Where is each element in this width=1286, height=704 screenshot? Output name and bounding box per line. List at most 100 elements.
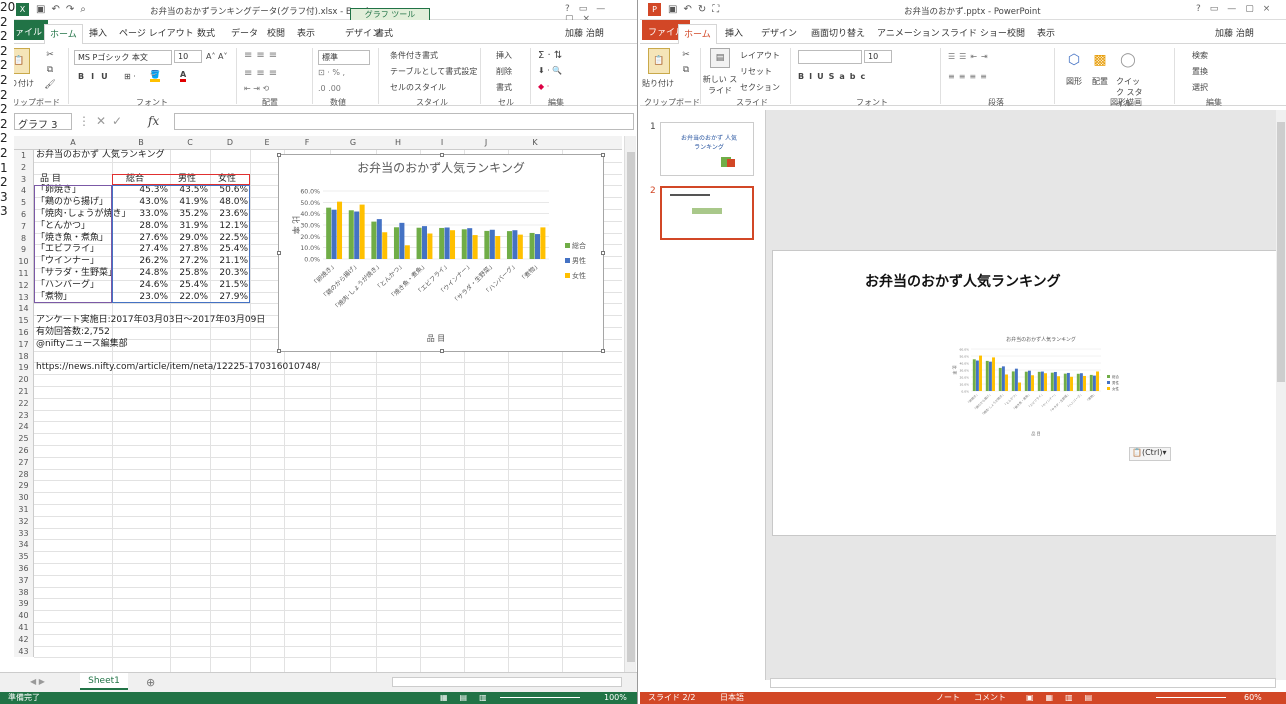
- sheet-nav-icon[interactable]: ◀ ▶: [30, 677, 45, 686]
- row-header[interactable]: 30: [14, 492, 34, 504]
- bar-総合-3[interactable]: [393, 226, 399, 259]
- row-header[interactable]: 11: [14, 268, 34, 280]
- formula-input[interactable]: [174, 113, 634, 130]
- chart-resize-handle[interactable]: [277, 348, 281, 353]
- decimal-icons[interactable]: .0 .00: [318, 84, 341, 93]
- bar-男性-1[interactable]: [354, 211, 360, 259]
- bar-総合-8[interactable]: [506, 230, 512, 259]
- row-header[interactable]: 21: [14, 386, 34, 398]
- row-header[interactable]: 26: [14, 445, 34, 457]
- row-header[interactable]: 2: [14, 161, 34, 174]
- bar-女性-2[interactable]: [382, 231, 388, 259]
- worksheet-grid[interactable]: A B C D E F G H I J K 1 2 3 4 5 6 7 8 9 10 11 12 13 14 15 16 17 18 19…: [14, 136, 622, 672]
- ribbon-tab[interactable]: デザイン: [756, 24, 802, 41]
- row-header[interactable]: 35: [14, 551, 34, 563]
- paste-icon[interactable]: 📋: [648, 48, 670, 74]
- row-header[interactable]: 13: [14, 291, 34, 304]
- view-buttons[interactable]: ▣▦▥▤: [1026, 692, 1104, 704]
- ribbon-tab[interactable]: 表示: [292, 24, 320, 41]
- chart-resize-handle[interactable]: [440, 152, 444, 157]
- row-header[interactable]: 8: [14, 232, 34, 245]
- row-header[interactable]: 25: [14, 433, 34, 445]
- row-header[interactable]: 27: [14, 456, 34, 469]
- border-icon[interactable]: ⊞ ·: [124, 72, 136, 81]
- column-header[interactable]: I: [420, 138, 464, 147]
- column-header[interactable]: J: [464, 138, 508, 147]
- bar-女性-7[interactable]: [495, 235, 501, 259]
- conditional-formatting-button[interactable]: 条件付き書式: [390, 50, 438, 61]
- font-color-icon[interactable]: A: [180, 70, 187, 82]
- arrange-button[interactable]: 配置: [1092, 76, 1108, 87]
- ribbon-tab[interactable]: 挿入: [720, 24, 748, 41]
- row-header[interactable]: 14: [14, 303, 34, 316]
- chart-resize-handle[interactable]: [601, 348, 605, 353]
- paste-button[interactable]: 貼り付け: [642, 78, 674, 89]
- row-header[interactable]: 34: [14, 539, 34, 552]
- bar-女性-0[interactable]: [337, 201, 343, 259]
- font-name-select[interactable]: MS Pゴシック 本文: [74, 50, 172, 65]
- format-cells-button[interactable]: 書式: [496, 82, 512, 93]
- bar-男性-0[interactable]: [331, 209, 337, 259]
- row-header[interactable]: 9: [14, 244, 34, 257]
- row-header[interactable]: 36: [14, 563, 34, 575]
- chart-resize-handle[interactable]: [440, 348, 444, 353]
- shapes-button[interactable]: 図形: [1066, 76, 1082, 87]
- bar-男性-6[interactable]: [467, 227, 473, 259]
- paragraph-icons[interactable]: ☰☰⇤⇥: [948, 52, 992, 61]
- account-user[interactable]: 加藤 治朗: [560, 24, 609, 41]
- bar-女性-6[interactable]: [472, 234, 478, 259]
- redo-icon[interactable]: ↷: [66, 4, 80, 15]
- format-as-table-button[interactable]: テーブルとして書式設定: [390, 66, 477, 77]
- window-controls[interactable]: ?▭—▢×: [1196, 4, 1279, 14]
- column-header[interactable]: D: [210, 138, 250, 147]
- print-preview-icon[interactable]: ⌕: [80, 4, 92, 15]
- undo-icon[interactable]: ↶: [683, 4, 697, 15]
- slideshow-start-icon[interactable]: ⛶: [712, 4, 725, 15]
- sheet-tab-sheet1[interactable]: Sheet1: [80, 673, 128, 690]
- font-size-select[interactable]: 10: [864, 50, 892, 63]
- delete-cells-button[interactable]: 削除: [496, 66, 512, 77]
- reset-button[interactable]: リセット: [740, 66, 772, 77]
- bar-総合-7[interactable]: [484, 230, 490, 259]
- number-format-select[interactable]: 標準: [318, 50, 370, 65]
- insert-function-icon[interactable]: fx: [148, 114, 159, 128]
- bar-男性-4[interactable]: [421, 225, 428, 259]
- ribbon-tab[interactable]: ページ レイアウト: [114, 24, 199, 41]
- slide-thumbnail-pane[interactable]: 1 お弁当のおかず 人気ランキング 2: [640, 110, 766, 680]
- embedded-chart[interactable]: お弁当のおかず人気ランキング 0.0% 10.0% 20.0% 30.0% 40.0% 50…: [277, 152, 605, 353]
- shapes-icon[interactable]: ⬡: [1064, 50, 1084, 70]
- ribbon-tab[interactable]: データ: [226, 24, 263, 41]
- row-header[interactable]: 1: [14, 150, 34, 162]
- zoom-level[interactable]: 60%: [1244, 692, 1262, 704]
- column-header[interactable]: G: [330, 138, 376, 147]
- cut-icon[interactable]: ✂: [680, 49, 692, 61]
- percent-icons[interactable]: ⊡ · % ,: [318, 68, 345, 77]
- bar-総合-0[interactable]: [326, 207, 332, 259]
- copy-icon[interactable]: ⧉: [44, 64, 56, 76]
- row-header[interactable]: 10: [14, 256, 34, 268]
- bar-女性-1[interactable]: [359, 204, 365, 259]
- ribbon-tab[interactable]: スライド ショー: [936, 24, 1012, 41]
- row-header[interactable]: 16: [14, 327, 34, 339]
- column-header[interactable]: E: [250, 138, 284, 147]
- save-icon[interactable]: ▣: [668, 4, 683, 15]
- ribbon-tab[interactable]: 校閲: [1002, 24, 1030, 41]
- view-buttons[interactable]: ▦▤▥: [440, 692, 499, 704]
- zoom-level[interactable]: 100%: [604, 692, 627, 704]
- row-header[interactable]: 7: [14, 220, 34, 233]
- quick-styles-icon[interactable]: ◯: [1118, 50, 1138, 70]
- formula-cancel-icon[interactable]: ⋮✕✓: [78, 114, 128, 128]
- cell[interactable]: @niftyニュース編集部: [36, 339, 128, 350]
- column-header[interactable]: F: [284, 138, 330, 147]
- bar-男性-9[interactable]: [534, 233, 541, 259]
- row-header[interactable]: 3: [14, 173, 34, 186]
- row-header[interactable]: 19: [14, 362, 34, 375]
- slide-canvas[interactable]: お弁当のおかず人気ランキング お弁当のおかず人気ランキング 0.0% 10.0% 20…: [772, 250, 1278, 536]
- new-slide-icon[interactable]: ▤: [710, 48, 730, 68]
- select-button[interactable]: 選択: [1192, 82, 1208, 93]
- row-header[interactable]: 37: [14, 574, 34, 587]
- font-name-select[interactable]: [798, 50, 862, 64]
- ribbon-tab[interactable]: 校閲: [262, 24, 290, 41]
- row-header[interactable]: 15: [14, 315, 34, 327]
- legend-entry[interactable]: 総合: [572, 241, 586, 250]
